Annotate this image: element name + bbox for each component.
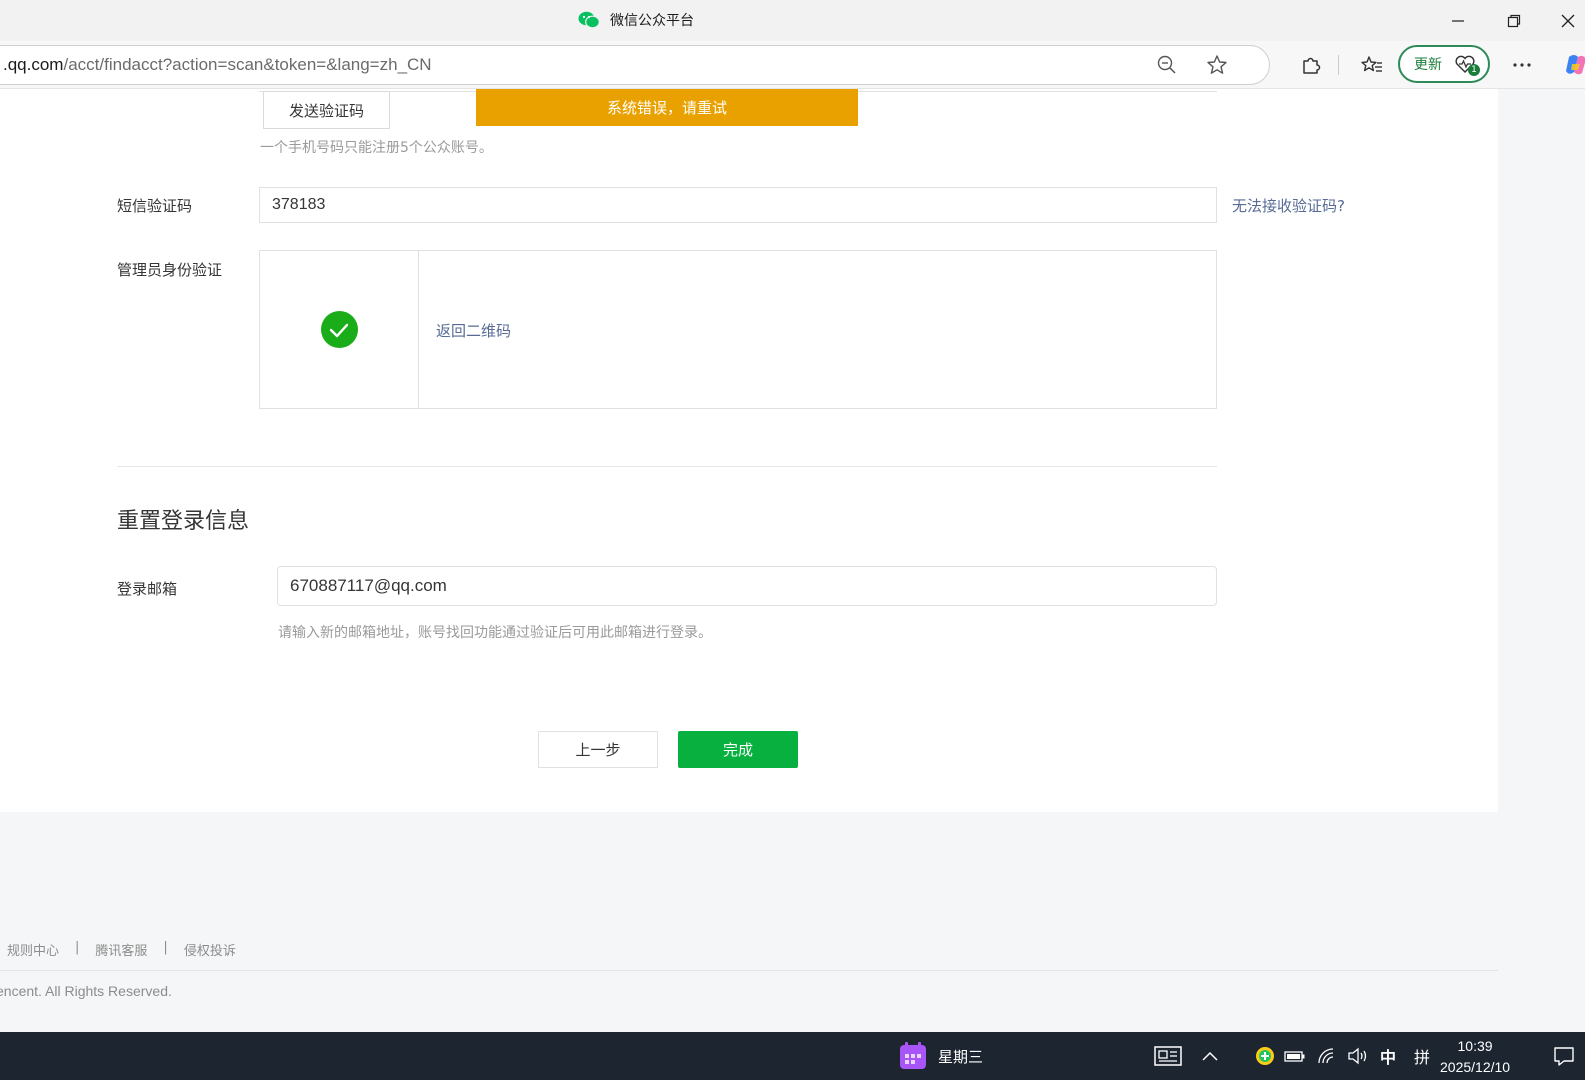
update-label: 更新 bbox=[1414, 57, 1442, 73]
sms-code-input[interactable]: 378183 bbox=[259, 187, 1217, 223]
zoom-out-button[interactable] bbox=[1151, 49, 1183, 81]
more-menu-button[interactable] bbox=[1506, 49, 1538, 81]
cant-receive-code-link[interactable]: 无法接收验证码? bbox=[1232, 195, 1345, 216]
update-heart-icon: 1 bbox=[1454, 54, 1480, 76]
window-title-text: 微信公众平台 bbox=[610, 13, 694, 29]
wechat-logo-icon bbox=[578, 11, 600, 29]
news-button[interactable] bbox=[1152, 1032, 1184, 1080]
copilot-icon bbox=[1566, 55, 1585, 75]
toolbar-divider bbox=[1338, 55, 1339, 75]
minimize-icon bbox=[1452, 19, 1464, 22]
window-title: 微信公众平台 bbox=[578, 10, 694, 30]
battery-icon bbox=[1284, 1051, 1305, 1062]
address-bar[interactable]: .qq.com/acct/findacct?action=scan&token=… bbox=[0, 45, 1270, 85]
favorites-list-icon bbox=[1361, 56, 1382, 72]
close-icon bbox=[1561, 14, 1575, 27]
close-window-button[interactable] bbox=[1540, 0, 1585, 41]
tray-app-icon bbox=[1256, 1047, 1274, 1065]
news-icon bbox=[1154, 1046, 1182, 1066]
restore-button[interactable] bbox=[1486, 0, 1542, 41]
section-divider bbox=[117, 466, 1217, 467]
battery-indicator[interactable] bbox=[1283, 1032, 1307, 1080]
browser-update-button[interactable]: 更新 1 bbox=[1398, 45, 1490, 83]
system-clock[interactable]: 10:39 2025/12/10 bbox=[1440, 1036, 1510, 1078]
success-check-icon bbox=[320, 311, 358, 348]
extensions-button[interactable] bbox=[1295, 49, 1327, 81]
sms-code-label: 短信验证码 bbox=[117, 197, 193, 215]
verify-status-cell bbox=[260, 251, 419, 408]
volume-indicator[interactable] bbox=[1346, 1032, 1370, 1080]
notification-center-button[interactable] bbox=[1550, 1032, 1578, 1080]
error-toast: 系统错误，请重试 bbox=[476, 89, 858, 126]
footer-separator: | bbox=[163, 940, 168, 955]
ime-mode[interactable]: 拼 bbox=[1410, 1032, 1434, 1080]
star-icon bbox=[1207, 55, 1227, 74]
network-indicator[interactable] bbox=[1315, 1032, 1339, 1080]
windows-taskbar: 星期三 中 拼 10:39 2025/12/10 bbox=[0, 1032, 1585, 1080]
footer-separator: | bbox=[75, 940, 80, 955]
footer-link-rules[interactable]: 规则中心 bbox=[7, 940, 59, 959]
section-title: 重置登录信息 bbox=[117, 509, 250, 534]
url-text[interactable]: .qq.com/acct/findacct?action=scan&token=… bbox=[3, 55, 432, 75]
minimize-button[interactable] bbox=[1430, 0, 1486, 41]
phone-hint: 一个手机号码只能注册5个公众账号。 bbox=[260, 140, 493, 156]
tray-app-button[interactable] bbox=[1254, 1032, 1276, 1080]
footer-divider bbox=[0, 970, 1498, 971]
ime-language[interactable]: 中 bbox=[1376, 1032, 1400, 1080]
speaker-icon bbox=[1348, 1047, 1367, 1065]
notification-icon bbox=[1554, 1047, 1574, 1066]
weekday-label: 星期三 bbox=[938, 1047, 984, 1066]
footer-links: 规则中心 | 腾讯客服 | 侵权投诉 bbox=[7, 940, 236, 959]
browser-toolbar: .qq.com/acct/findacct?action=scan&token=… bbox=[0, 41, 1585, 89]
url-path: /acct/findacct?action=scan&token=&lang=z… bbox=[63, 55, 432, 74]
favorite-star-button[interactable] bbox=[1201, 49, 1233, 81]
restore-icon bbox=[1507, 14, 1521, 27]
copilot-button[interactable] bbox=[1560, 49, 1585, 81]
back-to-qr-link[interactable]: 返回二维码 bbox=[436, 320, 511, 341]
show-hidden-icons-button[interactable] bbox=[1198, 1032, 1222, 1080]
finish-button[interactable]: 完成 bbox=[678, 731, 798, 768]
puzzle-icon bbox=[1303, 57, 1321, 74]
admin-verify-box: 返回二维码 bbox=[259, 250, 1217, 409]
copyright-text: encent. All Rights Reserved. bbox=[0, 983, 172, 999]
wifi-icon bbox=[1318, 1048, 1334, 1064]
favorites-button[interactable] bbox=[1356, 49, 1388, 81]
more-dots-icon bbox=[1513, 63, 1531, 67]
chevron-up-icon bbox=[1202, 1051, 1218, 1061]
email-input[interactable]: 670887117@qq.com bbox=[277, 566, 1217, 606]
calendar-widget[interactable]: 星期三 bbox=[898, 1032, 983, 1080]
clock-time: 10:39 bbox=[1457, 1038, 1493, 1054]
footer-link-support[interactable]: 腾讯客服 bbox=[95, 940, 147, 959]
url-host: .qq.com bbox=[3, 55, 64, 74]
update-badge: 1 bbox=[1468, 64, 1480, 76]
clock-date: 2025/12/10 bbox=[1440, 1059, 1511, 1075]
footer-link-complaints[interactable]: 侵权投诉 bbox=[184, 940, 236, 959]
zoom-out-icon bbox=[1157, 55, 1176, 74]
email-label: 登录邮箱 bbox=[117, 580, 178, 598]
send-code-button[interactable]: 发送验证码 bbox=[263, 91, 390, 129]
admin-verify-label: 管理员身份验证 bbox=[117, 261, 223, 279]
browser-title-bar: 微信公众平台 bbox=[0, 0, 1585, 41]
email-hint: 请输入新的邮箱地址，账号找回功能通过验证后可用此邮箱进行登录。 bbox=[278, 625, 712, 641]
calendar-icon bbox=[900, 1042, 926, 1069]
previous-step-button[interactable]: 上一步 bbox=[538, 731, 658, 768]
